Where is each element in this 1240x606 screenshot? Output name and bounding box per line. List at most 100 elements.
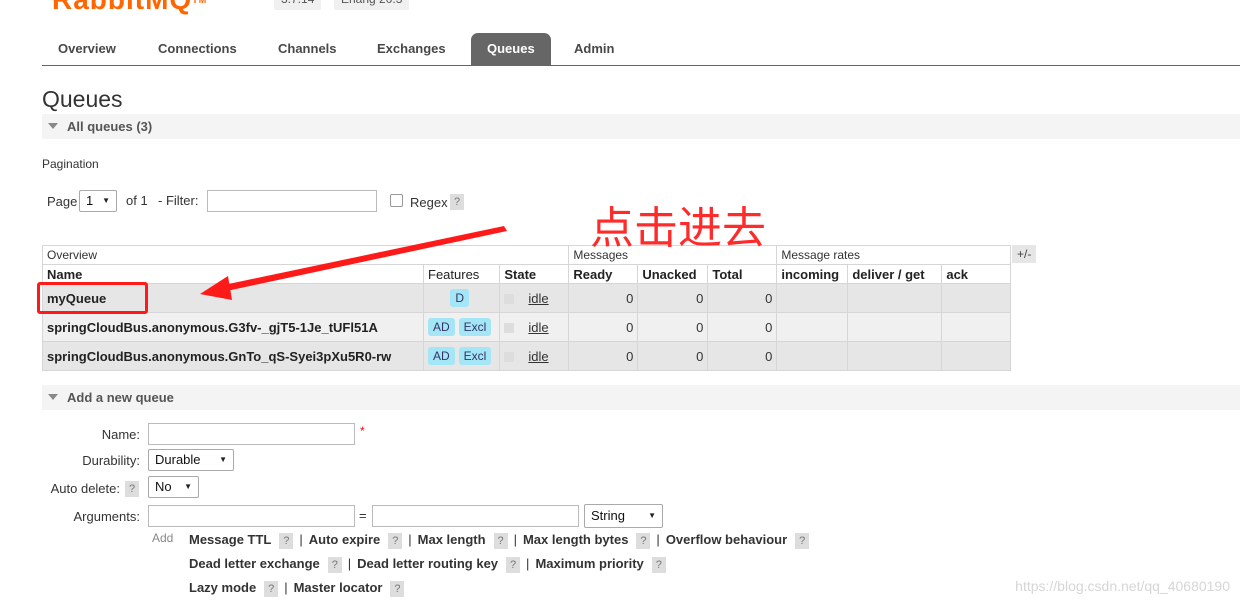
- total-count: 0: [707, 312, 778, 342]
- filter-input[interactable]: [207, 190, 377, 212]
- col-ack[interactable]: ack: [941, 264, 1012, 284]
- ready-count: 0: [568, 283, 639, 313]
- ack-rate: [941, 341, 1012, 371]
- all-queues-toggle[interactable]: All queues (3): [42, 114, 1240, 139]
- table-row[interactable]: myQueue D idle 0 0 0: [42, 283, 1012, 313]
- page-select[interactable]: 1: [79, 190, 117, 212]
- filter-label: - Filter:: [158, 193, 199, 208]
- argument-type-select[interactable]: String: [584, 504, 663, 528]
- auto-delete-select[interactable]: No: [148, 476, 199, 498]
- col-total[interactable]: Total: [707, 264, 778, 284]
- col-features: Features: [422, 264, 501, 284]
- add-argument-label: Add: [152, 531, 174, 545]
- argument-value-input[interactable]: [372, 505, 579, 527]
- tab-overview[interactable]: Overview: [42, 33, 132, 65]
- hint-separator: |: [408, 532, 412, 547]
- add-queue-toggle[interactable]: Add a new queue: [42, 385, 1240, 410]
- help-icon[interactable]: ?: [506, 556, 521, 573]
- state-indicator-icon: [504, 323, 515, 334]
- hint-lazy-mode[interactable]: Lazy mode: [189, 580, 256, 595]
- regex-checkbox[interactable]: [390, 194, 403, 207]
- hint-separator: |: [347, 556, 352, 571]
- state-text: idle: [528, 290, 549, 306]
- deliver-get-rate: [847, 283, 943, 313]
- tab-connections[interactable]: Connections: [142, 33, 253, 65]
- hint-message-ttl[interactable]: Message TTL: [189, 532, 271, 547]
- auto-delete-label: Auto delete:: [50, 481, 120, 496]
- incoming-rate: [776, 312, 849, 342]
- feature-badge: Excl: [458, 318, 492, 336]
- pagination-label: Pagination: [42, 157, 99, 171]
- unacked-count: 0: [637, 283, 709, 313]
- help-icon[interactable]: ?: [651, 556, 666, 573]
- regex-help-icon[interactable]: ?: [450, 194, 464, 210]
- state-text: idle: [528, 319, 549, 335]
- tab-channels[interactable]: Channels: [262, 33, 353, 65]
- equals-sign: =: [359, 508, 367, 523]
- collapse-triangle-icon: [48, 394, 58, 400]
- ack-rate: [941, 283, 1012, 313]
- argument-hints-row-1: Message TTL? | Auto expire? | Max length? | Ma…: [189, 532, 810, 549]
- watermark: https://blog.csdn.net/qq_40680190: [1015, 578, 1230, 594]
- incoming-rate: [776, 341, 849, 371]
- help-icon[interactable]: ?: [388, 532, 403, 549]
- col-state[interactable]: State: [499, 264, 570, 284]
- state-cell: idle: [499, 312, 570, 342]
- col-ready[interactable]: Ready: [568, 264, 639, 284]
- help-icon[interactable]: ?: [390, 580, 405, 597]
- hint-dead-letter-routing-key[interactable]: Dead letter routing key: [357, 556, 498, 571]
- hint-separator: |: [656, 532, 660, 547]
- auto-delete-help-icon[interactable]: ?: [125, 481, 139, 497]
- queue-name-input[interactable]: [148, 423, 355, 445]
- argument-key-input[interactable]: [148, 505, 355, 527]
- argument-hints-row-2: Dead letter exchange? | Dead letter routin…: [189, 556, 666, 573]
- rabbitmq-logo: RabbitMQTM: [52, 0, 208, 14]
- annotation-text: 点击进去: [590, 203, 766, 254]
- col-unacked[interactable]: Unacked: [637, 264, 709, 284]
- hint-master-locator[interactable]: Master locator: [294, 580, 383, 595]
- ack-rate: [941, 312, 1012, 342]
- table-row[interactable]: springCloudBus.anonymous.G3fv-_gjT5-1Je_…: [42, 312, 1012, 342]
- column-toggle-button[interactable]: +/-: [1012, 245, 1037, 263]
- queue-name-link[interactable]: springCloudBus.anonymous.GnTo_qS-Syei3pX…: [42, 341, 424, 371]
- group-overview: Overview: [41, 245, 570, 265]
- hint-dead-letter-exchange[interactable]: Dead letter exchange: [189, 556, 320, 571]
- help-icon[interactable]: ?: [264, 580, 279, 597]
- tab-admin[interactable]: Admin: [558, 33, 630, 65]
- help-icon[interactable]: ?: [795, 532, 810, 549]
- durability-label: Durability:: [82, 453, 140, 468]
- hint-separator: |: [513, 532, 517, 547]
- help-icon[interactable]: ?: [279, 532, 294, 549]
- main-tabs: Overview Connections Channels Exchanges …: [42, 33, 1240, 66]
- group-message-rates: Message rates: [776, 245, 1012, 265]
- hint-separator: |: [299, 532, 303, 547]
- help-icon[interactable]: ?: [327, 556, 342, 573]
- erlang-version-badge: Erlang 20.3: [334, 0, 410, 10]
- feature-badge: AD: [428, 318, 455, 336]
- hint-separator: |: [526, 556, 530, 571]
- hint-separator: |: [284, 580, 288, 595]
- col-incoming[interactable]: incoming: [776, 264, 849, 284]
- hint-maximum-priority[interactable]: Maximum priority: [535, 556, 643, 571]
- col-deliver-get[interactable]: deliver / get: [847, 264, 943, 284]
- feature-badge: AD: [428, 347, 455, 365]
- hint-overflow-behaviour[interactable]: Overflow behaviour: [666, 532, 787, 547]
- help-icon[interactable]: ?: [493, 532, 508, 549]
- col-name[interactable]: Name: [42, 264, 424, 284]
- incoming-rate: [776, 283, 849, 313]
- queue-name-link[interactable]: springCloudBus.anonymous.G3fv-_gjT5-1Je_…: [42, 312, 424, 342]
- tab-exchanges[interactable]: Exchanges: [361, 33, 462, 65]
- unacked-count: 0: [637, 312, 709, 342]
- hint-max-length-bytes[interactable]: Max length bytes: [523, 532, 628, 547]
- regex-label: Regex: [410, 195, 448, 210]
- features-cell: AD Excl: [422, 312, 501, 342]
- table-row[interactable]: springCloudBus.anonymous.GnTo_qS-Syei3pX…: [42, 341, 1012, 371]
- hint-max-length[interactable]: Max length: [418, 532, 486, 547]
- durability-select[interactable]: Durable: [148, 449, 234, 471]
- all-queues-label: All queues (3): [67, 119, 153, 134]
- features-cell: D: [422, 283, 501, 313]
- help-icon[interactable]: ?: [636, 532, 651, 549]
- hint-auto-expire[interactable]: Auto expire: [309, 532, 381, 547]
- state-cell: idle: [499, 341, 570, 371]
- tab-queues[interactable]: Queues: [471, 33, 551, 65]
